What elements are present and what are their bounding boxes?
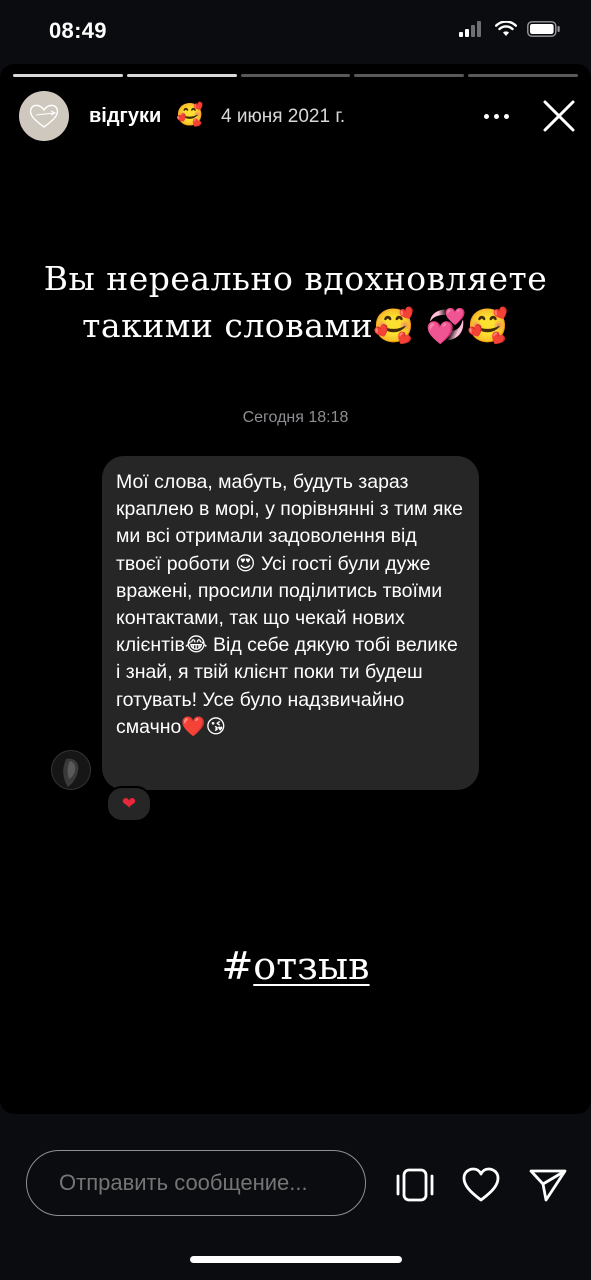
- status-bar: 08:49: [0, 0, 591, 62]
- cellular-signal-icon: [459, 21, 481, 37]
- account-username[interactable]: відгуки: [89, 105, 161, 128]
- story-date: 4 июня 2021 г.: [221, 106, 346, 127]
- username-emoji: 🥰: [176, 102, 204, 127]
- story-headline: Вы нереально вдохновляете такими словами…: [40, 255, 551, 349]
- story-header: відгуки 🥰 4 июня 2021 г.: [0, 64, 591, 164]
- message-timestamp: Сегодня 18:18: [242, 409, 349, 426]
- heart-reaction: ❤: [106, 786, 152, 822]
- hashtag-sticker[interactable]: #отзыв: [0, 944, 591, 988]
- headline-line-1: Вы нереально вдохновляете: [43, 259, 548, 298]
- reply-message-input[interactable]: [26, 1150, 366, 1216]
- hashtag-symbol: #: [221, 944, 254, 988]
- status-time: 08:49: [49, 18, 107, 43]
- battery-icon: [527, 21, 560, 37]
- message-bubble: Мої слова, мабуть, будуть зараз краплею …: [102, 456, 479, 790]
- heart-logo-icon: [29, 104, 59, 128]
- reply-bar: [0, 1114, 591, 1280]
- close-icon[interactable]: [540, 97, 578, 135]
- story-viewer[interactable]: відгуки 🥰 4 июня 2021 г. Вы нереально вд…: [0, 64, 591, 1114]
- headline-line-2: такими словами🥰 💞🥰: [82, 306, 509, 345]
- more-icon[interactable]: [478, 104, 514, 128]
- home-indicator: [190, 1256, 402, 1263]
- heart-icon[interactable]: [461, 1166, 501, 1204]
- hashtag-word[interactable]: отзыв: [253, 944, 369, 988]
- wifi-icon: [495, 21, 517, 36]
- send-icon[interactable]: [528, 1166, 568, 1204]
- sender-avatar: [51, 750, 91, 790]
- status-icons: [459, 21, 561, 37]
- account-avatar[interactable]: [19, 91, 69, 141]
- repost-icon[interactable]: [395, 1166, 435, 1204]
